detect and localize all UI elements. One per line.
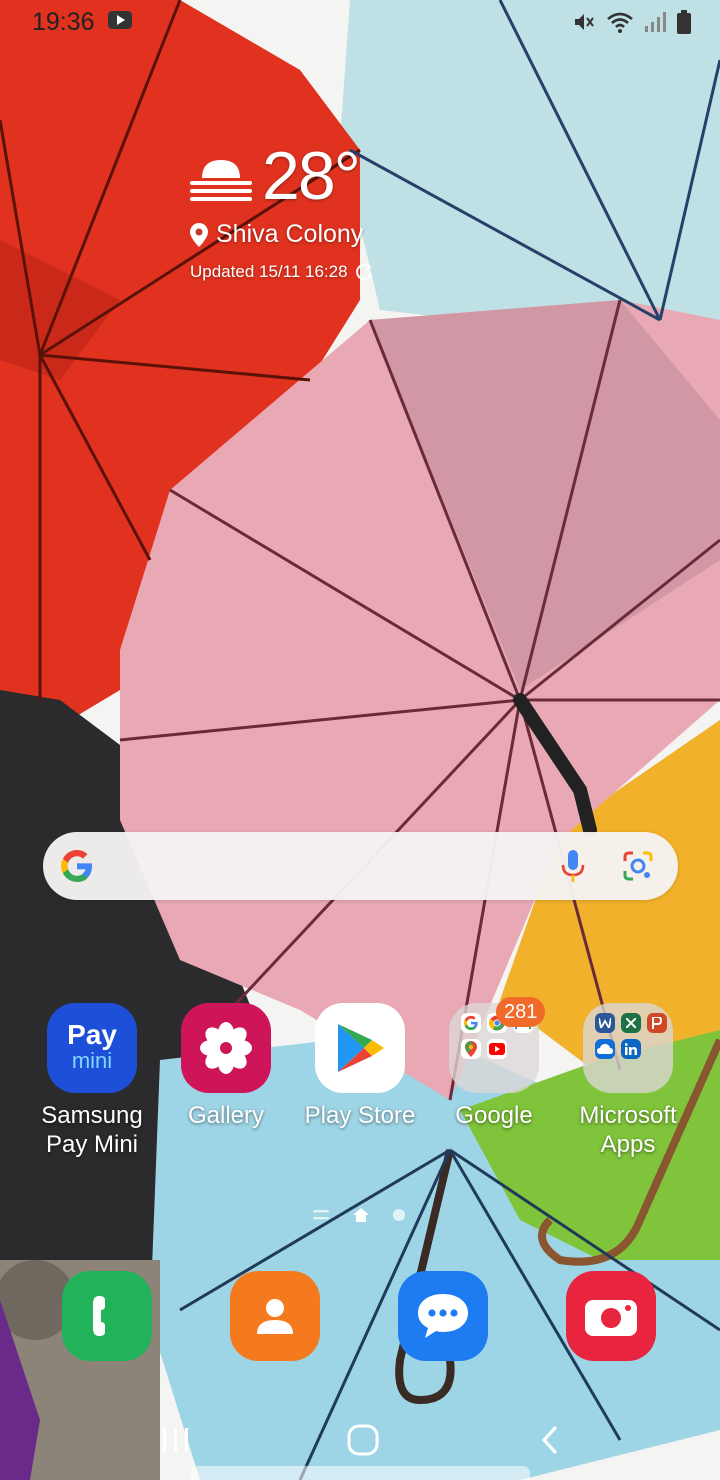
mic-icon[interactable] [558, 848, 588, 884]
page-dot[interactable] [392, 1208, 406, 1222]
list-page-indicator-icon[interactable] [312, 1208, 330, 1222]
wifi-icon [607, 12, 633, 33]
dock-phone[interactable] [62, 1271, 152, 1361]
powerpoint-icon [647, 1013, 667, 1033]
app-label: Samsung Pay Mini [41, 1102, 143, 1158]
google-search-bar[interactable] [43, 832, 678, 900]
status-time: 19:36 [32, 8, 95, 36]
page-indicator[interactable] [312, 1207, 406, 1223]
samsung-pay-mini-icon: Pay mini [47, 1003, 137, 1093]
dock-camera[interactable] [566, 1271, 656, 1361]
folder-microsoft-apps[interactable]: Microsoft Apps [558, 1003, 698, 1173]
back-icon [541, 1425, 558, 1455]
onedrive-icon [595, 1039, 615, 1059]
gallery-icon [181, 1003, 271, 1093]
app-samsung-pay-mini[interactable]: Pay mini Samsung Pay Mini [22, 1003, 162, 1173]
dock-messages[interactable] [398, 1271, 488, 1361]
location-name: Shiva Colony [216, 220, 364, 248]
signal-icon [645, 12, 666, 32]
phone-icon [93, 1296, 105, 1336]
app-play-store[interactable]: Play Store [290, 1003, 430, 1173]
app-gallery[interactable]: Gallery [156, 1003, 296, 1173]
camera-icon [585, 1300, 637, 1336]
youtube-notification-icon [108, 11, 132, 29]
home-page-indicator-icon[interactable] [352, 1207, 370, 1223]
dock-contacts[interactable] [230, 1271, 320, 1361]
word-icon [595, 1013, 615, 1033]
app-label: Play Store [304, 1102, 416, 1129]
messages-icon [418, 1294, 468, 1338]
pay-text: Pay [67, 1019, 117, 1050]
contacts-icon [257, 1299, 293, 1334]
status-bar: 19:36 [0, 0, 720, 44]
status-icons [572, 8, 692, 36]
weather-widget[interactable]: 28° Shiva Colony Updated 15/11 16:28 [188, 138, 448, 288]
notification-badge: 281 [496, 997, 546, 1027]
app-label: Gallery [187, 1102, 265, 1129]
home-nav-icon [347, 1424, 379, 1456]
recents-icon [163, 1428, 188, 1452]
location-row: Shiva Colony [190, 220, 363, 249]
mini-text: mini [71, 1048, 113, 1073]
battery-icon [677, 10, 691, 34]
mute-icon [575, 14, 594, 30]
google-g-icon [61, 850, 92, 882]
refresh-icon[interactable] [354, 262, 374, 282]
linkedin-icon [621, 1039, 641, 1059]
folder-google[interactable]: 281 Google [424, 997, 564, 1173]
google-icon [461, 1013, 481, 1033]
play-store-icon [315, 1003, 405, 1093]
home-button[interactable] [333, 1418, 393, 1462]
updated-row: Updated 15/11 16:28 [190, 262, 374, 282]
maps-icon [461, 1039, 481, 1059]
location-pin-icon [190, 222, 208, 247]
cloudy-haze-icon [190, 160, 252, 201]
updated-time: Updated 15/11 16:28 [190, 262, 348, 281]
folder-label: Microsoft Apps [579, 1102, 677, 1158]
recents-button[interactable] [146, 1418, 206, 1462]
back-button[interactable] [520, 1418, 580, 1462]
folder-label: Google [455, 1102, 533, 1129]
gesture-handle[interactable] [190, 1466, 530, 1480]
youtube-icon [487, 1039, 507, 1059]
google-lens-icon[interactable] [621, 849, 655, 883]
microsoft-folder-icon [583, 1003, 673, 1093]
excel-icon [621, 1013, 641, 1033]
temperature: 28° [262, 138, 361, 214]
